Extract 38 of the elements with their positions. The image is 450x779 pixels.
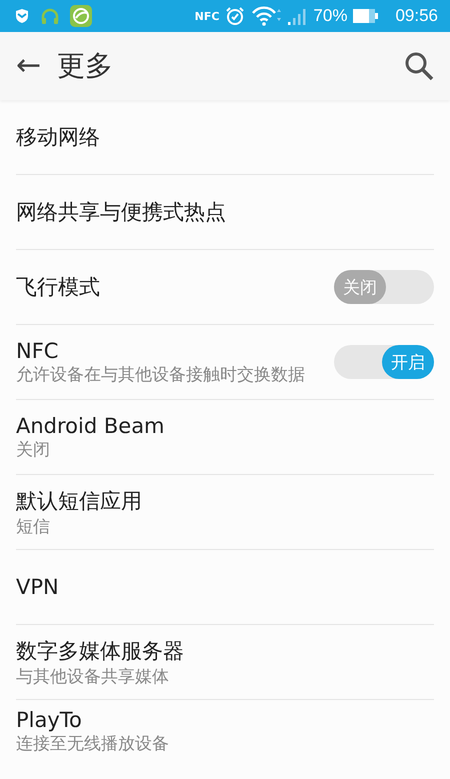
item-subtitle: 与其他设备共享媒体 (16, 666, 170, 688)
item-title: VPN (16, 575, 59, 599)
clock-time: 09:56 (395, 6, 438, 26)
settings-item[interactable]: 网络共享与便携式热点 (16, 175, 434, 250)
item-title: 飞行模式 (16, 274, 100, 301)
page-title: 更多 (57, 48, 114, 84)
back-button[interactable]: ← (16, 51, 42, 81)
headphones-icon (40, 7, 60, 25)
alarm-icon (225, 6, 246, 26)
wifi-icon (251, 6, 282, 26)
item-subtitle: 连接至无线播放设备 (16, 734, 169, 754)
settings-item[interactable]: 数字多媒体服务器 与其他设备共享媒体 (16, 625, 434, 700)
item-subtitle: 允许设备在与其他设备接触时交换数据 (16, 364, 305, 386)
nfc-status: NFC (194, 10, 220, 22)
shield-icon (14, 8, 30, 24)
settings-item[interactable]: NFC 允许设备在与其他设备接触时交换数据 开启 (16, 325, 434, 400)
item-title: 网络共享与便携式热点 (16, 199, 226, 226)
switch-label: 开启 (382, 345, 434, 379)
settings-item[interactable]: VPN (16, 550, 434, 625)
signal-icon (287, 7, 308, 25)
switch-label: 关闭 (334, 270, 386, 304)
battery-percent: 70% (313, 6, 348, 26)
settings-item[interactable]: Android Beam 关闭 (16, 400, 434, 475)
settings-item[interactable]: 移动网络 (16, 100, 434, 175)
item-title: 数字多媒体服务器 (16, 638, 184, 665)
item-subtitle: 关闭 (16, 440, 51, 460)
search-icon[interactable] (404, 51, 434, 81)
item-subtitle: 短信 (16, 516, 51, 538)
item-title: NFC (16, 338, 60, 363)
settings-item[interactable]: 飞行模式 关闭 (16, 250, 434, 325)
item-title: 移动网络 (16, 124, 100, 151)
item-title: 默认短信应用 (16, 488, 142, 515)
battery-icon (353, 8, 380, 24)
item-title: Android Beam (16, 414, 165, 438)
settings-item[interactable]: PlayTo 连接至无线播放设备 (16, 700, 434, 775)
item-title: PlayTo (16, 708, 83, 732)
settings-item[interactable]: 默认短信应用 短信 (16, 475, 434, 550)
app-icon (70, 5, 92, 27)
